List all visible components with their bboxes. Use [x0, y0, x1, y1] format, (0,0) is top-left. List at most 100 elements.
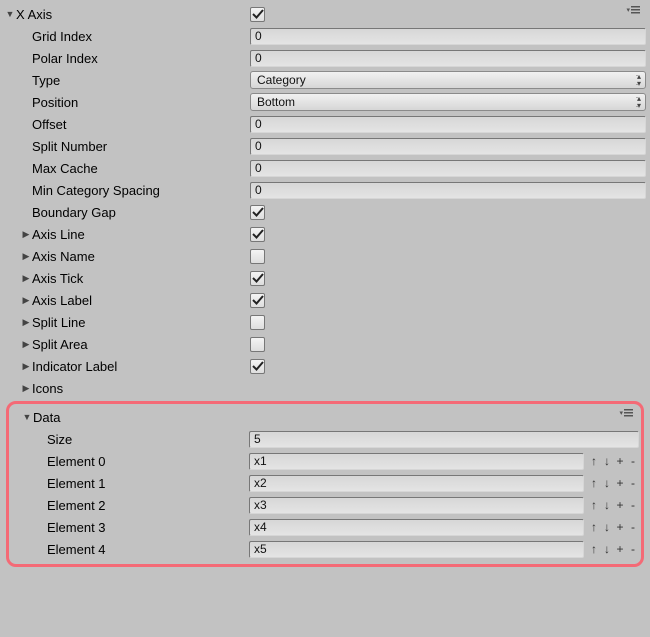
foldout-axis-name-icon[interactable] — [20, 251, 32, 262]
field-position: Position Bottom▴▾ — [4, 91, 646, 113]
data-elements-list: Element 0x1↑↓+-Element 1x2↑↓+-Element 2x… — [11, 450, 639, 560]
field-offset: Offset 0 — [4, 113, 646, 135]
remove-element-button[interactable]: - — [627, 541, 639, 557]
move-down-button[interactable]: ↓ — [601, 519, 613, 535]
field-data-size: Size 5 — [11, 428, 639, 450]
select-type-value: Category — [257, 73, 306, 87]
foldout-indicator-label[interactable]: Indicator Label — [4, 355, 646, 377]
input-data-element[interactable]: x1 — [249, 453, 584, 470]
xaxis-enabled-checkbox[interactable] — [250, 7, 265, 22]
field-max-cache: Max Cache 0 — [4, 157, 646, 179]
foldout-data-icon[interactable] — [21, 412, 33, 422]
input-min-category-spacing[interactable]: 0 — [250, 182, 646, 199]
foldout-indicator-label-icon[interactable] — [20, 361, 32, 372]
remove-element-button[interactable]: - — [627, 497, 639, 513]
label-axis-label: Axis Label — [32, 293, 92, 308]
foldout-split-area-icon[interactable] — [20, 339, 32, 350]
data-element-row: Element 0 x1↑↓+- — [11, 450, 639, 472]
input-data-element[interactable]: x5 — [249, 541, 584, 558]
label-data-element: Element 4 — [47, 542, 106, 557]
foldout-icons[interactable]: Icons — [4, 377, 646, 399]
move-down-button[interactable]: ↓ — [601, 497, 613, 513]
foldout-axis-name[interactable]: Axis Name — [4, 245, 646, 267]
move-up-button[interactable]: ↑ — [588, 541, 600, 557]
checkbox-axis-line[interactable] — [250, 227, 265, 242]
input-data-size[interactable]: 5 — [249, 431, 639, 448]
field-grid-index: Grid Index 0 — [4, 25, 646, 47]
input-data-element[interactable]: x4 — [249, 519, 584, 536]
move-up-button[interactable]: ↑ — [588, 475, 600, 491]
foldout-xaxis-icon[interactable] — [4, 9, 16, 19]
input-split-number[interactable]: 0 — [250, 138, 646, 155]
label-icons: Icons — [32, 381, 63, 396]
foldout-axis-label-icon[interactable] — [20, 295, 32, 306]
foldout-split-line[interactable]: Split Line — [4, 311, 646, 333]
checkbox-split-line[interactable] — [250, 315, 265, 330]
input-data-element[interactable]: x3 — [249, 497, 584, 514]
input-grid-index[interactable]: 0 — [250, 28, 646, 45]
checkbox-axis-label[interactable] — [250, 293, 265, 308]
label-split-line: Split Line — [32, 315, 85, 330]
label-data-element: Element 0 — [47, 454, 106, 469]
select-position[interactable]: Bottom▴▾ — [250, 93, 646, 111]
add-element-button[interactable]: + — [614, 453, 626, 469]
section-title: X Axis — [16, 7, 52, 22]
field-split-number: Split Number 0 — [4, 135, 646, 157]
label-indicator-label: Indicator Label — [32, 359, 117, 374]
add-element-button[interactable]: + — [614, 519, 626, 535]
data-element-row: Element 4 x5↑↓+- — [11, 538, 639, 560]
add-element-button[interactable]: + — [614, 497, 626, 513]
element-controls: ↑↓+- — [588, 541, 639, 557]
input-offset[interactable]: 0 — [250, 116, 646, 133]
add-element-button[interactable]: + — [614, 475, 626, 491]
foldout-split-line-icon[interactable] — [20, 317, 32, 328]
move-up-button[interactable]: ↑ — [588, 519, 600, 535]
move-down-button[interactable]: ↓ — [601, 453, 613, 469]
checkbox-split-area[interactable] — [250, 337, 265, 352]
move-up-button[interactable]: ↑ — [588, 453, 600, 469]
foldout-data[interactable]: Data ▾ — [11, 406, 639, 428]
data-context-menu-icon[interactable]: ▾ — [619, 409, 633, 417]
foldout-axis-tick[interactable]: Axis Tick — [4, 267, 646, 289]
element-controls: ↑↓+- — [588, 519, 639, 535]
data-element-row: Element 2x3↑↓+- — [11, 494, 639, 516]
select-position-value: Bottom — [257, 95, 295, 109]
foldout-split-area[interactable]: Split Area — [4, 333, 646, 355]
data-element-row: Element 1x2↑↓+- — [11, 472, 639, 494]
label-split-area: Split Area — [32, 337, 88, 352]
checkbox-indicator-label[interactable] — [250, 359, 265, 374]
foldout-axis-line[interactable]: Axis Line — [4, 223, 646, 245]
remove-element-button[interactable]: - — [627, 519, 639, 535]
input-data-element[interactable]: x2 — [249, 475, 584, 492]
element-controls: ↑↓+- — [588, 475, 639, 491]
foldout-axis-line-icon[interactable] — [20, 229, 32, 240]
label-polar-index: Polar Index — [32, 51, 98, 66]
move-down-button[interactable]: ↓ — [601, 475, 613, 491]
label-offset: Offset — [32, 117, 66, 132]
checkbox-axis-tick[interactable] — [250, 271, 265, 286]
input-polar-index[interactable]: 0 — [250, 50, 646, 67]
checkbox-axis-name[interactable] — [250, 249, 265, 264]
add-element-button[interactable]: + — [614, 541, 626, 557]
label-grid-index: Grid Index — [32, 29, 92, 44]
move-up-button[interactable]: ↑ — [588, 497, 600, 513]
remove-element-button[interactable]: - — [627, 453, 639, 469]
field-boundary-gap: Boundary Gap — [4, 201, 646, 223]
checkbox-boundary-gap[interactable] — [250, 205, 265, 220]
foldout-axis-label[interactable]: Axis Label — [4, 289, 646, 311]
foldout-icons-icon[interactable] — [20, 383, 32, 394]
input-max-cache[interactable]: 0 — [250, 160, 646, 177]
label-position: Position — [32, 95, 78, 110]
label-max-cache: Max Cache — [32, 161, 98, 176]
select-type[interactable]: Category▴▾ — [250, 71, 646, 89]
foldout-axis-tick-icon[interactable] — [20, 273, 32, 284]
label-min-category-spacing: Min Category Spacing — [32, 183, 160, 198]
element-controls: ↑↓+- — [588, 497, 639, 513]
label-split-number: Split Number — [32, 139, 107, 154]
field-min-category-spacing: Min Category Spacing 0 — [4, 179, 646, 201]
context-menu-icon[interactable]: ▾ — [626, 6, 640, 14]
section-header-xaxis[interactable]: X Axis ▾ — [4, 3, 646, 25]
remove-element-button[interactable]: - — [627, 475, 639, 491]
move-down-button[interactable]: ↓ — [601, 541, 613, 557]
element-controls: ↑↓+- — [588, 453, 639, 469]
